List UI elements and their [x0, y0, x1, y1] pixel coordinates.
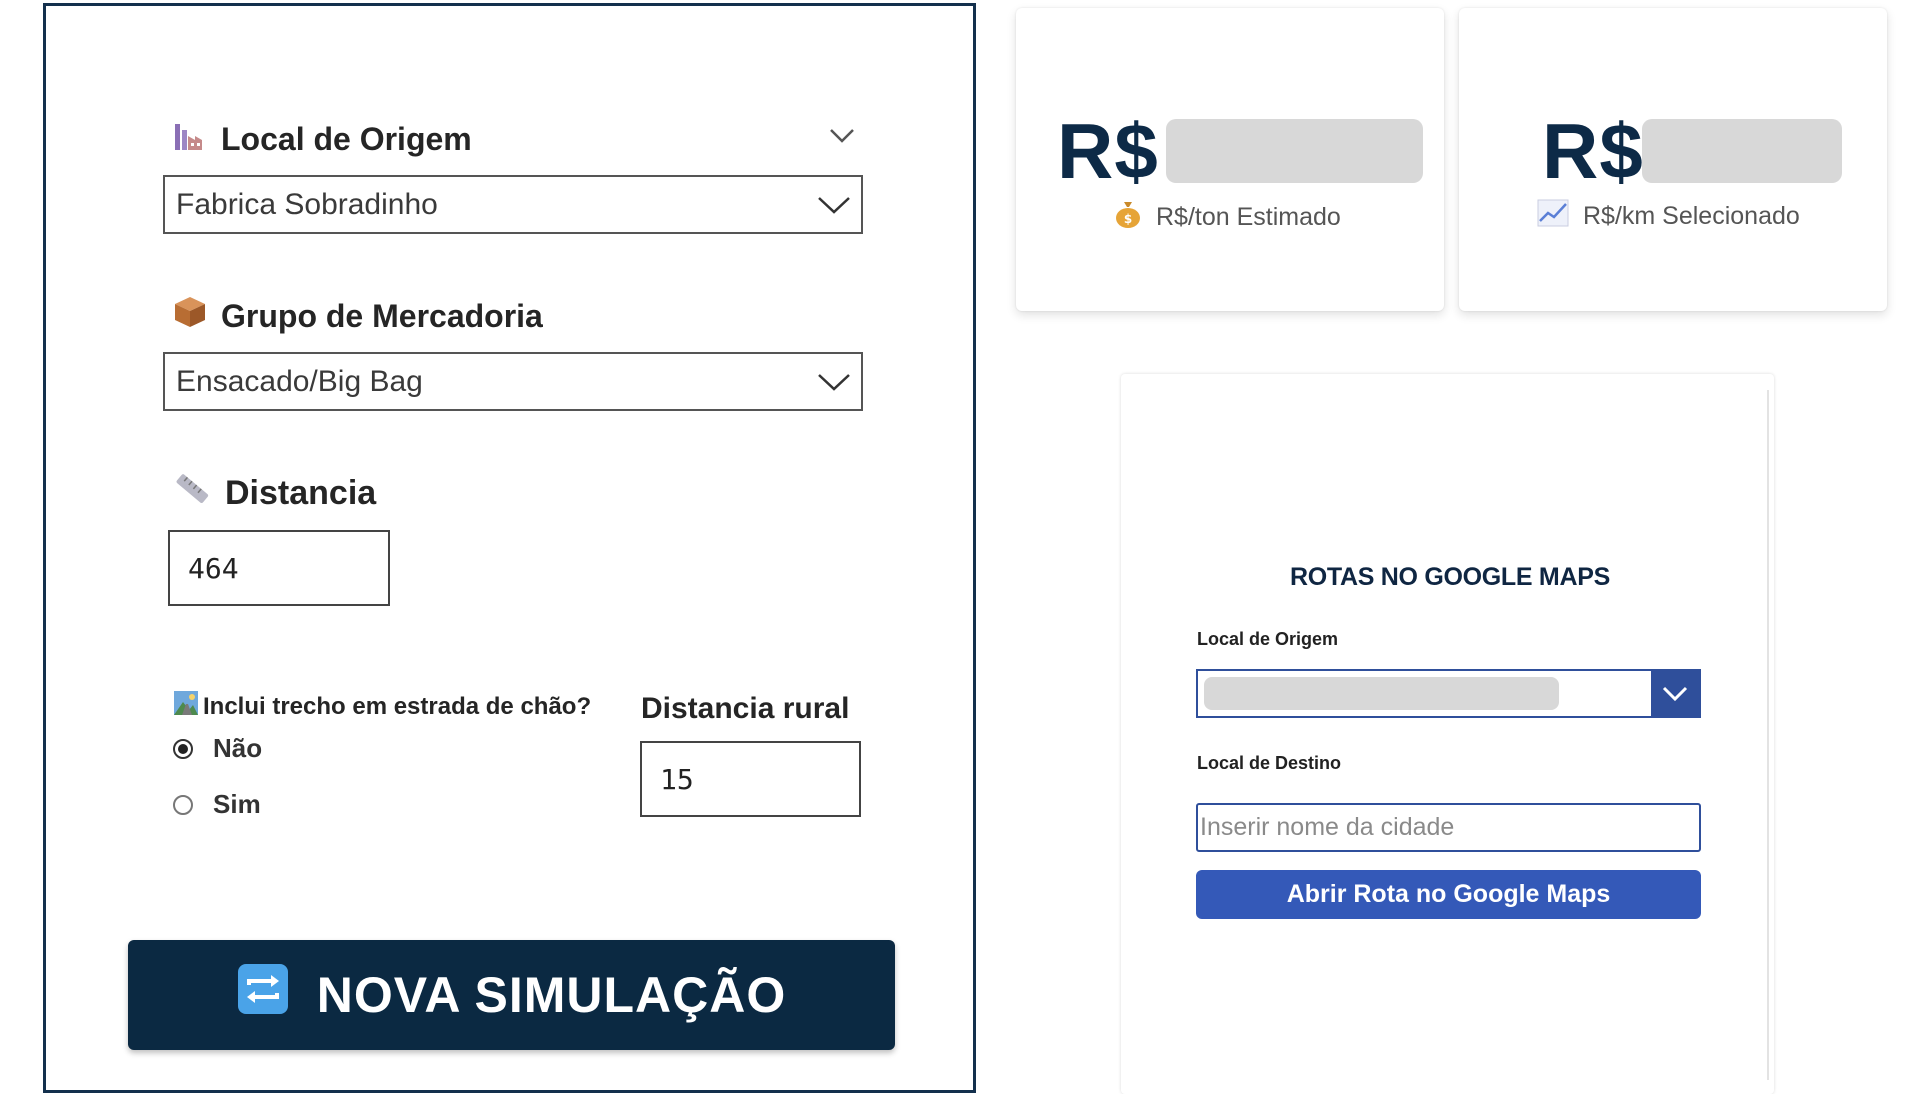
estimated-currency: R$: [1057, 107, 1159, 195]
radio-label: Sim: [213, 789, 261, 819]
radio-label: Não: [213, 733, 263, 763]
maps-origin-label: Local de Origem: [1197, 629, 1339, 649]
maps-card: [1121, 374, 1774, 1094]
maps-origin-select[interactable]: [1196, 669, 1701, 718]
selected-currency: R$: [1542, 107, 1644, 195]
maps-destination-label: Local de Destino: [1197, 753, 1342, 773]
selected-caption: R$/km Selecionado: [1537, 199, 1800, 234]
open-google-maps-button[interactable]: Abrir Rota no Google Maps: [1196, 870, 1701, 919]
chevron-down-icon: [1662, 686, 1688, 701]
destination-city-input[interactable]: [1196, 803, 1701, 852]
radio-option-sim[interactable]: Sim: [173, 789, 261, 820]
radio-button[interactable]: [173, 794, 193, 815]
radio-button[interactable]: [173, 738, 193, 759]
new-simulation-button[interactable]: NOVA SIMULAÇÃO: [128, 940, 895, 1050]
estimated-caption: $ R$/ton Estimado: [1114, 199, 1341, 236]
factory-icon: [173, 118, 207, 160]
origin-select[interactable]: Fabrica Sobradinho: [163, 175, 863, 234]
road-image-icon: [173, 690, 199, 723]
rural-distance-input[interactable]: 15: [640, 741, 861, 817]
redacted-value: [1642, 119, 1842, 183]
svg-text:$: $: [1124, 212, 1132, 226]
radio-option-nao[interactable]: Não: [173, 733, 262, 764]
money-bag-icon: $: [1114, 199, 1142, 236]
new-simulation-label: NOVA SIMULAÇÃO: [316, 967, 787, 1023]
goods-group-select[interactable]: Ensacado/Big Bag: [163, 352, 863, 411]
chevron-down-icon: [818, 196, 850, 214]
distance-label: Distancia: [173, 471, 376, 516]
distance-input[interactable]: 464: [168, 530, 390, 606]
open-google-maps-label: Abrir Rota no Google Maps: [1286, 880, 1611, 908]
distance-value: 464: [188, 551, 239, 585]
rural-distance-label: Distancia rural: [641, 692, 850, 725]
maps-card-divider: [1767, 390, 1769, 1080]
dirt-road-question: Inclui trecho em estrada de chão?: [173, 690, 591, 723]
chart-increasing-icon: [1537, 199, 1569, 234]
origin-field-label: Local de Origem: [173, 118, 472, 160]
origin-select-value: Fabrica Sobradinho: [176, 187, 438, 221]
redacted-value: [1166, 119, 1423, 183]
redacted-value: [1204, 677, 1559, 710]
chevron-down-icon: [818, 373, 850, 391]
package-icon: [173, 295, 207, 337]
goods-group-select-value: Ensacado/Big Bag: [176, 364, 423, 398]
maps-title: ROTAS NO GOOGLE MAPS: [1290, 563, 1610, 591]
refresh-icon: [237, 963, 289, 1027]
dropdown-toggle[interactable]: [1651, 671, 1699, 716]
rural-distance-value: 15: [660, 762, 694, 796]
chevron-down-icon[interactable]: [829, 128, 855, 144]
ruler-icon: [173, 471, 211, 516]
goods-group-label: Grupo de Mercadoria: [173, 295, 543, 337]
